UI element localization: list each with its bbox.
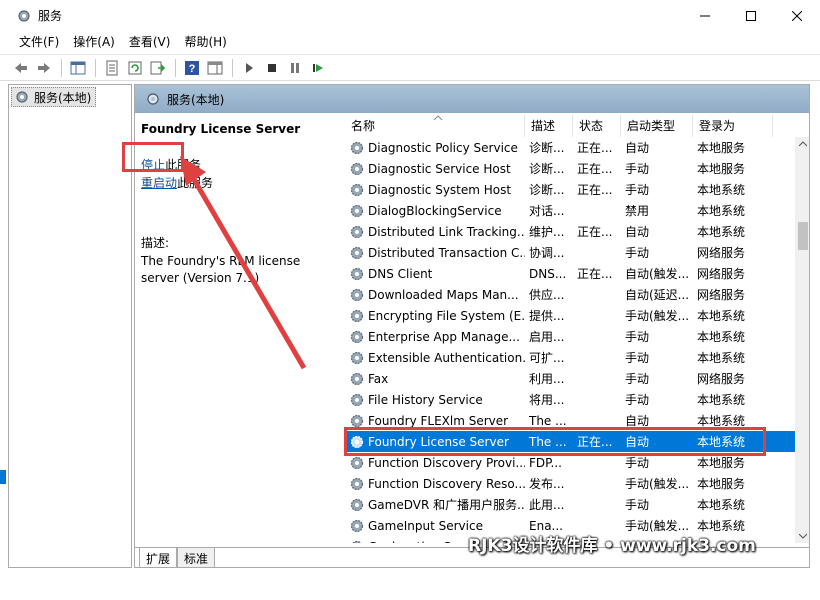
- watermark: RJK3设计软件库 • www.rjk3.com: [468, 536, 756, 556]
- annotation-arrow: [180, 156, 307, 370]
